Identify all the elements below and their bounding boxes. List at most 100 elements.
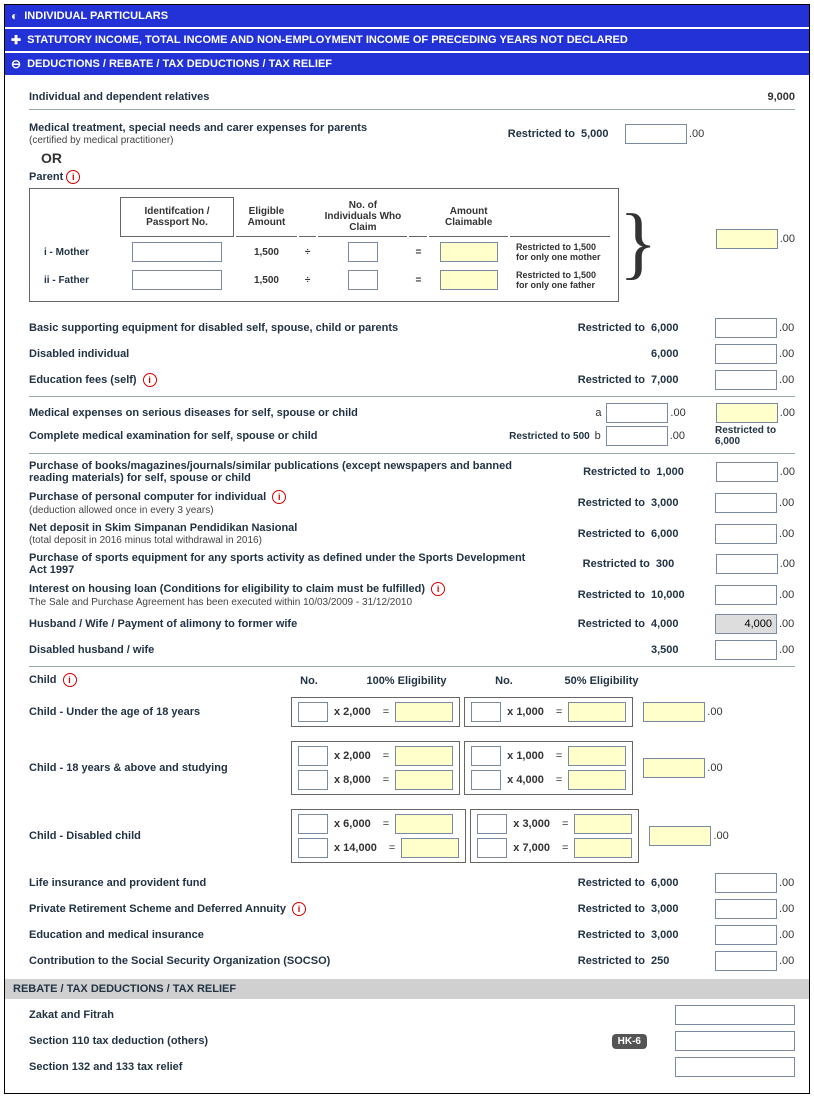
value-housing-limit: 10,000: [645, 589, 715, 601]
label-no-2: No.: [484, 675, 524, 687]
value-disabled-ind-limit: 6,000: [645, 348, 715, 360]
label-child-18study: Child - 18 years & above and studying: [29, 762, 289, 774]
input-zakat[interactable]: [675, 1005, 795, 1025]
input-edu-med-ins[interactable]: [715, 925, 777, 945]
label-med-joint-rest: Restricted to 6,000: [715, 425, 795, 447]
input-disabled-spouse[interactable]: [715, 640, 777, 660]
collapse-icon: ⊖: [11, 57, 21, 71]
label-housing: Interest on housing loan (Conditions for…: [29, 583, 425, 595]
label-a: a: [590, 407, 606, 419]
label-s110: Section 110 tax deduction (others): [29, 1035, 612, 1047]
output-father-claim: [440, 270, 498, 290]
input-housing[interactable]: [715, 585, 777, 605]
input-s110[interactable]: [675, 1031, 795, 1051]
input-mother-id[interactable]: [132, 242, 222, 262]
col-num-claim: No. of Individuals Who Claim: [318, 197, 407, 237]
value-basic-support-limit: 6,000: [645, 322, 715, 334]
output-child-18b-50: [568, 770, 626, 790]
input-child-18b-100-no[interactable]: [298, 770, 328, 790]
label-father: ii - Father: [38, 267, 118, 293]
label-child: Child: [29, 674, 57, 686]
brace-icon: }: [619, 203, 657, 283]
input-computer[interactable]: [715, 493, 777, 513]
info-icon[interactable]: i: [63, 673, 77, 687]
input-child-u18-50-no[interactable]: [471, 702, 501, 722]
output-child-db-50: [574, 838, 632, 858]
input-child-18b-50-no[interactable]: [471, 770, 501, 790]
header-label: DEDUCTIONS / REBATE / TAX DEDUCTIONS / T…: [27, 58, 332, 70]
label-s132: Section 132 and 133 tax relief: [29, 1061, 655, 1073]
label-edu-fees: Education fees (self): [29, 374, 137, 386]
info-icon[interactable]: i: [272, 490, 286, 504]
input-alimony: [715, 614, 777, 634]
value-edu-fees-limit: 7,000: [645, 374, 715, 386]
badge-hk6[interactable]: HK-6: [612, 1034, 647, 1049]
header-individual-particulars[interactable]: ◐ INDIVIDUAL PARTICULARS: [5, 5, 809, 29]
value-books-limit: 1,000: [650, 466, 715, 478]
output-child-18-total: [643, 758, 705, 778]
input-books[interactable]: [716, 462, 778, 482]
label-alimony: Husband / Wife / Payment of alimony to f…: [29, 618, 525, 630]
value-socso-limit: 250: [645, 955, 715, 967]
input-child-18a-50-no[interactable]: [471, 746, 501, 766]
header-deductions[interactable]: ⊖ DEDUCTIONS / REBATE / TAX DEDUCTIONS /…: [5, 53, 809, 77]
label-med-parents: Medical treatment, special needs and car…: [29, 122, 367, 134]
input-life-insurance[interactable]: [715, 873, 777, 893]
value-disabled-sp-limit: 3,500: [645, 644, 715, 656]
label-b: b: [590, 430, 606, 442]
label-child-u18: Child - Under the age of 18 years: [29, 706, 289, 718]
input-med-parents[interactable]: [625, 124, 687, 144]
label-edu-med-ins: Education and medical insurance: [29, 929, 525, 941]
label-50-eligibility: 50% Eligibility: [524, 675, 679, 687]
input-edu-fees[interactable]: [715, 370, 777, 390]
subheader-rebate: REBATE / TAX DEDUCTIONS / TAX RELIEF: [5, 979, 809, 999]
input-child-da-50-no[interactable]: [477, 814, 507, 834]
output-child-18a-100: [395, 746, 453, 766]
input-prs[interactable]: [715, 899, 777, 919]
input-child-u18-100-no[interactable]: [298, 702, 328, 722]
label-computer: Purchase of personal computer for indivi…: [29, 491, 266, 503]
input-child-18a-100-no[interactable]: [298, 746, 328, 766]
label-med-parents-sub: (certified by medical practitioner): [29, 135, 174, 146]
output-child-u18-50: [568, 702, 626, 722]
output-mother-claim: [440, 242, 498, 262]
output-child-da-100: [395, 814, 453, 834]
value-alimony-limit: 4,000: [645, 618, 715, 630]
label-no: No.: [289, 675, 329, 687]
input-med-exam-b[interactable]: [606, 426, 668, 446]
input-father-id[interactable]: [132, 270, 222, 290]
label-or: OR: [41, 150, 705, 166]
header-statutory-income[interactable]: ✚ STATUTORY INCOME, TOTAL INCOME AND NON…: [5, 29, 809, 53]
col-eligible: Eligible Amount: [236, 197, 297, 237]
label-basic-support: Basic supporting equipment for disabled …: [29, 322, 525, 334]
output-child-da-50: [574, 814, 632, 834]
header-label: STATUTORY INCOME, TOTAL INCOME AND NON-E…: [27, 34, 628, 46]
info-icon[interactable]: i: [143, 373, 157, 387]
input-child-da-100-no[interactable]: [298, 814, 328, 834]
value-med-parents-limit: 5,000: [575, 128, 625, 140]
label-mother: i - Mother: [38, 239, 118, 265]
col-claimable: Amount Claimable: [429, 197, 508, 237]
input-mother-num[interactable]: [348, 242, 378, 262]
input-sspn[interactable]: [715, 524, 777, 544]
info-icon[interactable]: i: [66, 170, 80, 184]
input-sports[interactable]: [716, 554, 778, 574]
input-med-serious-a[interactable]: [606, 403, 668, 423]
input-child-db-50-no[interactable]: [477, 838, 507, 858]
input-basic-support[interactable]: [715, 318, 777, 338]
output-med-combined: [716, 403, 778, 423]
expand-icon: ✚: [11, 33, 21, 47]
info-icon[interactable]: i: [431, 582, 445, 596]
label-disabled-individual: Disabled individual: [29, 348, 525, 360]
input-disabled-individual[interactable]: [715, 344, 777, 364]
label-mother-restriction: Restricted to 1,500 for only one mother: [510, 239, 610, 265]
label-restricted: Restricted to: [485, 128, 575, 140]
input-s132[interactable]: [675, 1057, 795, 1077]
label-med-exam-rest: Restricted to 500: [480, 431, 590, 442]
input-socso[interactable]: [715, 951, 777, 971]
value-indiv-dependent: 9,000: [715, 91, 795, 103]
value-computer-limit: 3,000: [645, 497, 715, 509]
input-child-db-100-no[interactable]: [298, 838, 328, 858]
info-icon[interactable]: i: [292, 902, 306, 916]
input-father-num[interactable]: [348, 270, 378, 290]
